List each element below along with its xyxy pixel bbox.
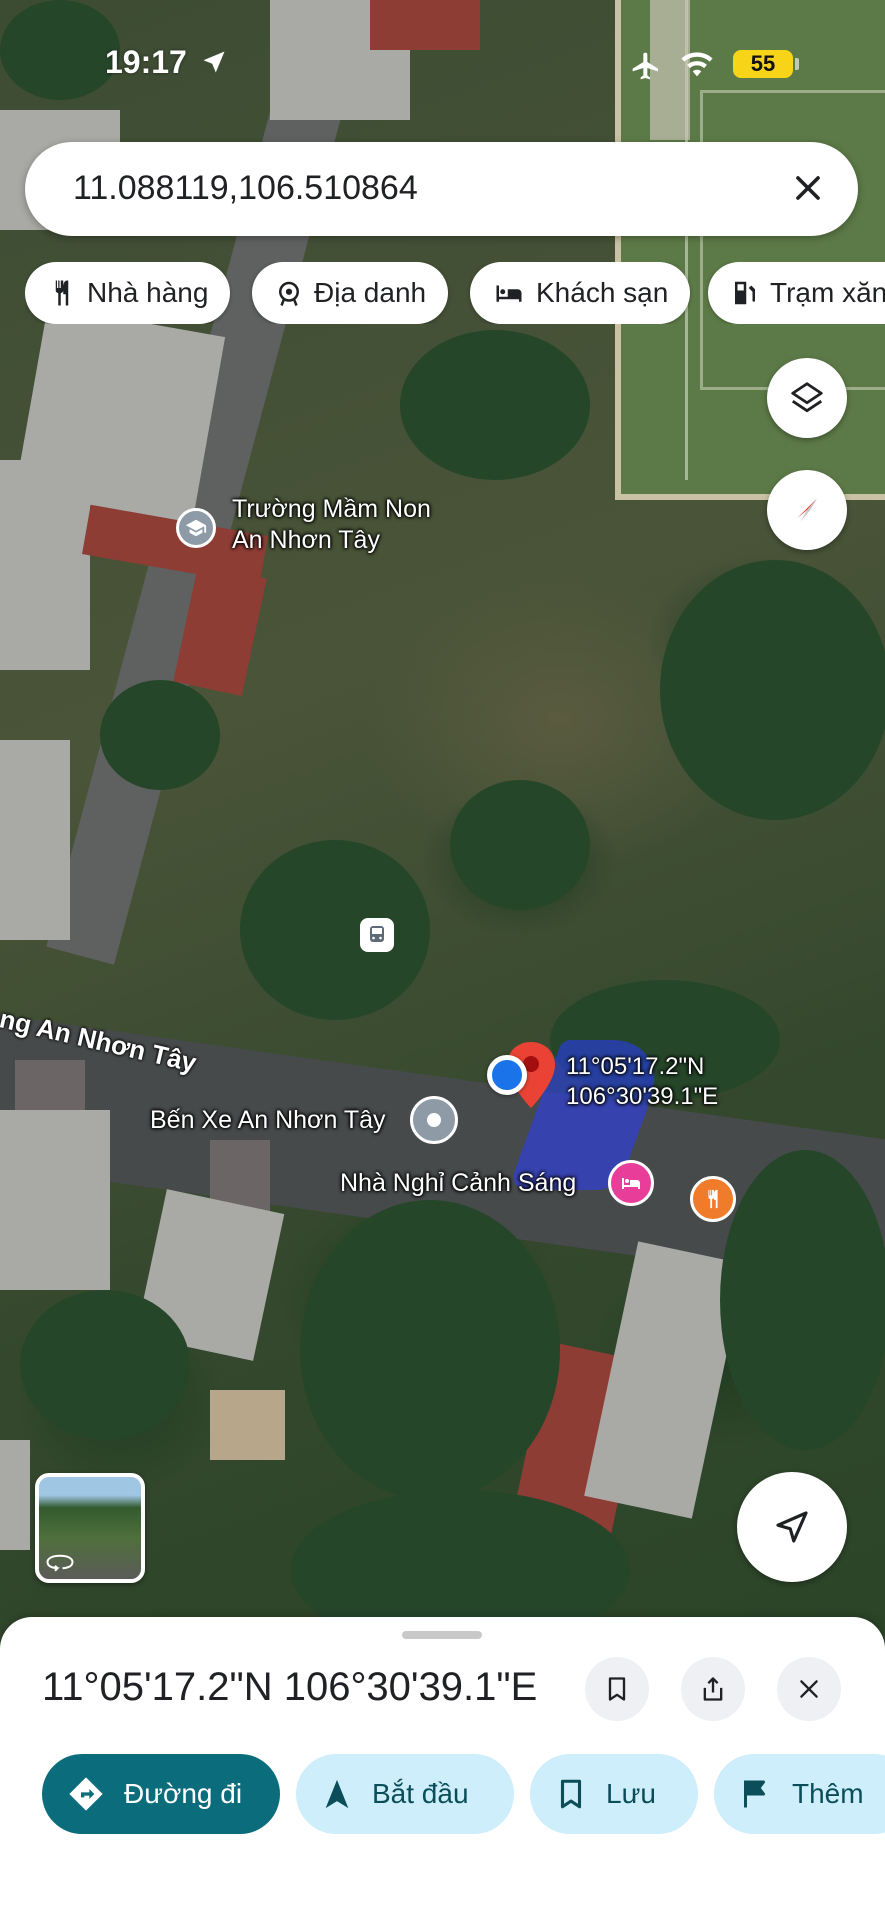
map-layers-button[interactable] (767, 358, 847, 438)
status-time: 19:17 (105, 44, 187, 80)
chip-label: Nhà hàng (87, 277, 209, 308)
more-button[interactable]: Thêm (714, 1754, 885, 1834)
wifi-icon (680, 50, 714, 85)
chip-restaurants[interactable]: Nhà hàng (25, 262, 231, 324)
category-chips: Nhà hàng Địa danh Khách sạn Trạm xăng (25, 262, 885, 324)
hotel-pin-icon[interactable] (608, 1160, 654, 1206)
school-label[interactable]: Trường Mầm Non An Nhơn Tây (232, 494, 431, 557)
pin-coordinates-label: 11°05'17.2"N 106°30'39.1"E (566, 1052, 718, 1112)
start-button[interactable]: Bắt đầu (296, 1754, 514, 1834)
satellite-map[interactable]: Trường Mầm Non An Nhơn Tây ng An Nhơn Tâ… (0, 0, 885, 1650)
building (0, 1440, 30, 1550)
bookmark-icon (608, 1677, 626, 1701)
compass-button[interactable] (767, 470, 847, 550)
navigation-arrow-icon (776, 1511, 808, 1543)
chip-landmarks[interactable]: Địa danh (252, 262, 449, 324)
action-label: Đường đi (124, 1778, 243, 1809)
school-label-line1: Trường Mầm Non (232, 495, 431, 523)
bookmark-icon (560, 1779, 582, 1809)
tree (720, 1150, 885, 1450)
bus-stop-icon[interactable] (360, 918, 394, 952)
tree (450, 780, 590, 910)
chip-hotels[interactable]: Khách sạn (470, 262, 691, 324)
close-icon (796, 176, 820, 200)
building (0, 740, 70, 940)
share-icon (703, 1677, 723, 1701)
action-buttons: Đường đi Bắt đầu Lưu Thêm (0, 1754, 885, 1834)
tree (400, 330, 590, 480)
compass-icon (797, 498, 817, 522)
street-view-thumbnail[interactable] (35, 1473, 145, 1583)
chip-label: Địa danh (314, 277, 427, 308)
tree (20, 1290, 190, 1440)
pin-lng: 106°30'39.1"E (566, 1083, 719, 1110)
coordinates-title: 11°05'17.2"N 106°30'39.1"E (42, 1665, 538, 1709)
close-icon (800, 1680, 818, 1698)
motel-label[interactable]: Nhà Nghỉ Cảnh Sáng (340, 1168, 576, 1199)
chip-label: Trạm xăng (770, 277, 885, 308)
user-location-dot (487, 1055, 527, 1095)
tree (300, 1200, 560, 1500)
gas-station-icon (735, 281, 755, 305)
tree (660, 560, 885, 820)
tree (240, 840, 430, 1020)
status-bar: 19:17 55 (0, 40, 885, 90)
directions-icon (69, 1777, 103, 1811)
bus-station-pin-icon[interactable] (410, 1096, 458, 1144)
layers-icon (791, 382, 823, 413)
battery-tip (795, 58, 799, 70)
search-bar[interactable]: 11.088119,106.510864 (25, 142, 858, 236)
action-label: Bắt đầu (372, 1778, 469, 1809)
place-bottom-sheet[interactable]: 11°05'17.2"N 106°30'39.1"E Đường đi Bắt … (0, 1617, 885, 1920)
save-button[interactable]: Lưu (530, 1754, 698, 1834)
tree (100, 680, 220, 790)
battery-indicator: 55 (733, 50, 793, 78)
navigation-start-icon (325, 1779, 349, 1809)
location-arrow-icon (200, 48, 228, 81)
building (0, 460, 90, 670)
search-input[interactable]: 11.088119,106.510864 (73, 169, 418, 208)
flag-icon (744, 1780, 765, 1808)
pin-lat: 11°05'17.2"N (566, 1053, 705, 1080)
hotel-icon (496, 285, 522, 302)
building (0, 1110, 110, 1290)
school-icon[interactable] (176, 508, 216, 548)
school-label-line2: An Nhơn Tây (232, 526, 380, 555)
directions-button[interactable]: Đường đi (42, 1754, 280, 1834)
chip-label: Khách sạn (536, 277, 669, 308)
airplane-mode-icon (630, 50, 662, 87)
clear-search-button[interactable] (788, 168, 828, 208)
action-label: Thêm (792, 1778, 864, 1809)
restaurant-icon (55, 280, 69, 306)
rotate-360-icon (46, 1554, 74, 1572)
action-label: Lưu (606, 1778, 656, 1809)
my-location-button[interactable] (737, 1472, 847, 1582)
save-bookmark-button[interactable] (585, 1657, 649, 1721)
building (210, 1390, 285, 1460)
sheet-drag-handle[interactable] (402, 1631, 482, 1639)
restaurant-pin-icon[interactable] (690, 1176, 736, 1222)
chip-gas-stations[interactable]: Trạm xăng (708, 262, 885, 324)
field-box (700, 90, 885, 390)
bus-station-label[interactable]: Bến Xe An Nhơn Tây (150, 1105, 386, 1136)
landmark-icon (279, 281, 299, 306)
share-button[interactable] (681, 1657, 745, 1721)
close-sheet-button[interactable] (777, 1657, 841, 1721)
